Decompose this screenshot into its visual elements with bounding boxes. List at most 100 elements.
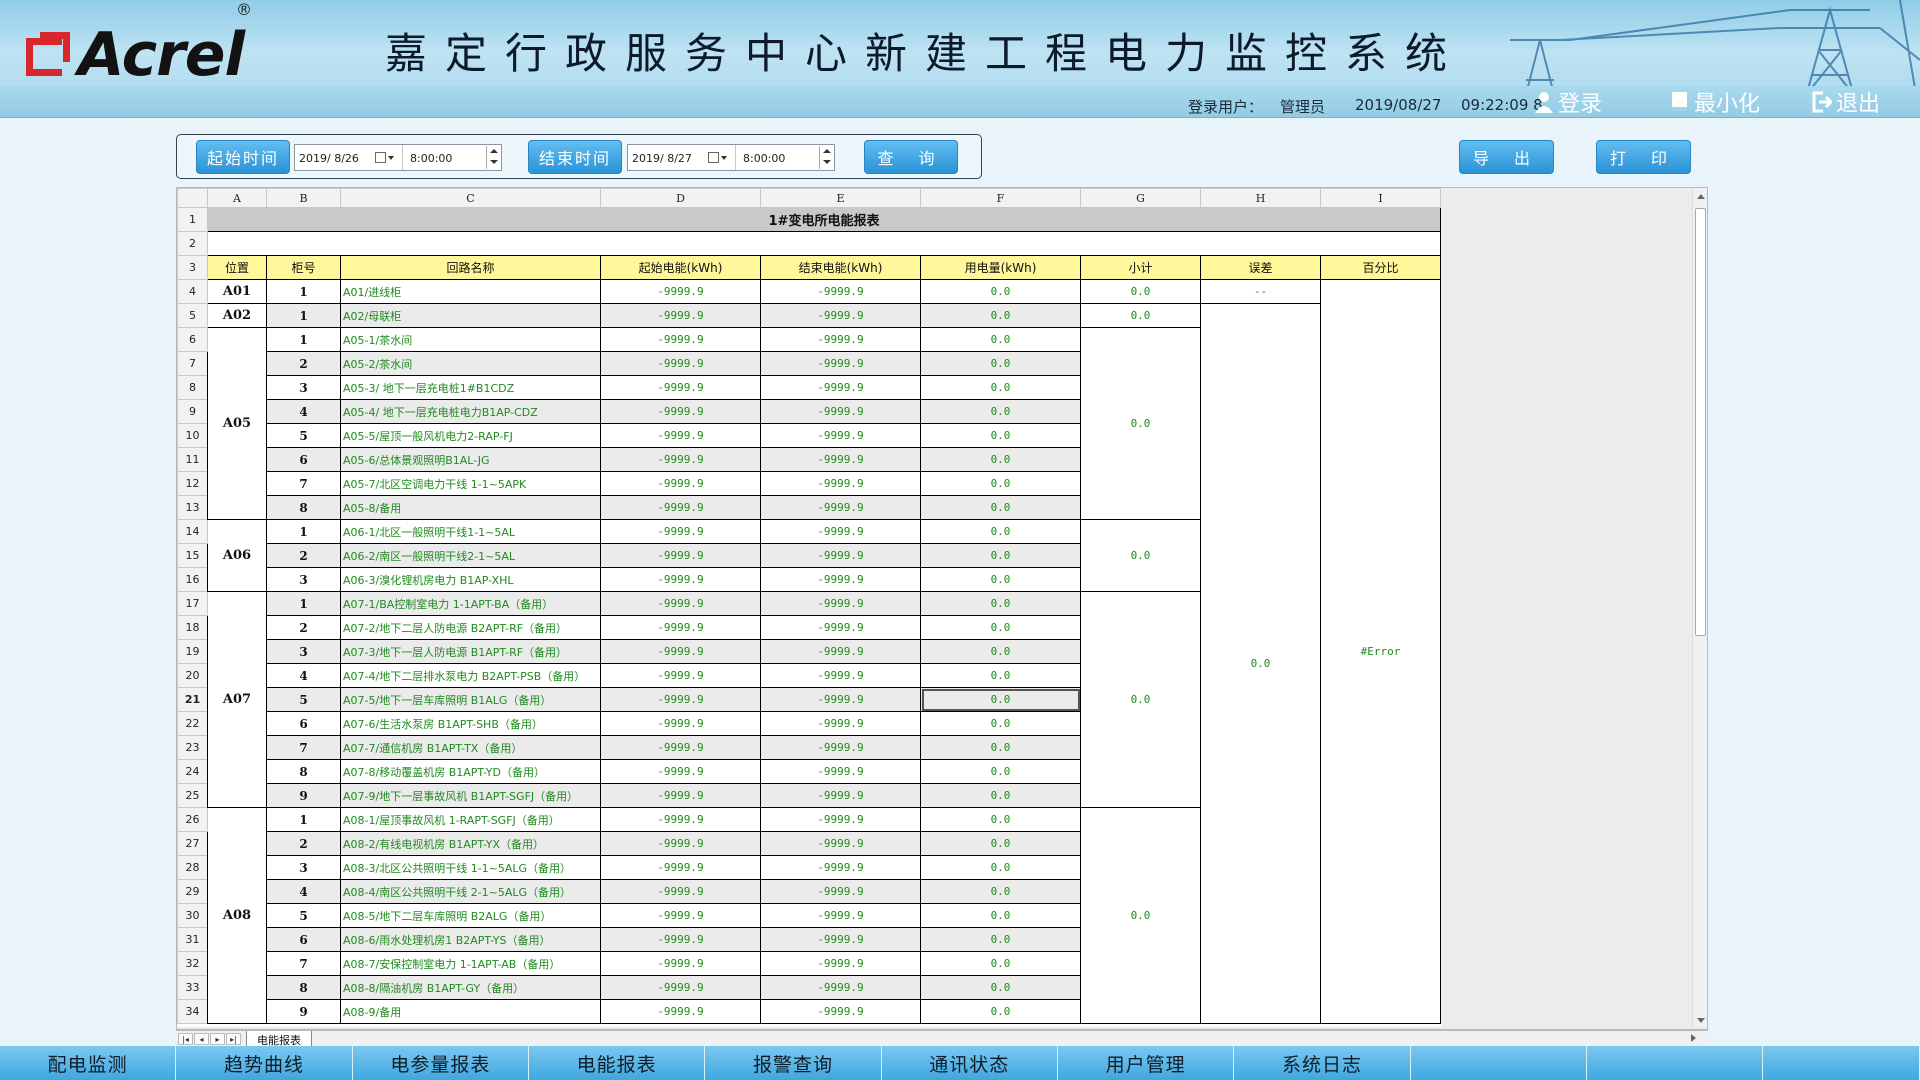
row-header[interactable]: 24 [177,759,208,784]
column-header-b[interactable]: B [266,188,341,208]
circuit-name-cell[interactable]: A05-1/茶水间 [340,327,601,352]
row-header[interactable]: 14 [177,519,208,544]
cabinet-no-cell[interactable]: 1 [266,327,341,352]
cabinet-no-cell[interactable]: 4 [266,663,341,688]
end-energy-cell[interactable]: -9999.9 [760,471,921,496]
position-cell[interactable]: A06 [207,519,267,592]
cabinet-no-cell[interactable]: 1 [266,591,341,616]
start-energy-cell[interactable]: -9999.9 [600,975,761,1000]
start-energy-cell[interactable]: -9999.9 [600,543,761,568]
cabinet-no-cell[interactable]: 2 [266,831,341,856]
start-energy-cell[interactable]: -9999.9 [600,687,761,712]
start-energy-cell[interactable]: -9999.9 [600,447,761,472]
usage-cell[interactable]: 0.0 [920,351,1081,376]
row-header[interactable]: 8 [177,375,208,400]
end-time-button[interactable]: 结束时间 [528,140,622,174]
circuit-name-cell[interactable]: A06-2/南区一般照明干线2-1~5AL [340,543,601,568]
row-header[interactable]: 22 [177,711,208,736]
first-sheet-icon[interactable]: |◂ [178,1033,193,1045]
cabinet-no-cell[interactable]: 3 [266,567,341,592]
cabinet-no-cell[interactable]: 9 [266,783,341,808]
usage-cell[interactable]: 0.0 [920,735,1081,760]
circuit-name-cell[interactable]: A02/母联柜 [340,303,601,328]
row-header[interactable]: 23 [177,735,208,760]
header-percent[interactable]: 百分比 [1320,255,1441,280]
end-energy-cell[interactable]: -9999.9 [760,279,921,304]
usage-cell[interactable]: 0.0 [920,543,1081,568]
position-cell[interactable]: A08 [207,807,267,1024]
circuit-name-cell[interactable]: A08-4/南区公共照明干线 2-1~5ALG（备用） [340,879,601,904]
end-datetime-picker[interactable]: 2019/ 8/27 8:00:00 [627,144,835,171]
prev-sheet-icon[interactable]: ◂ [194,1033,209,1045]
cabinet-no-cell[interactable]: 2 [266,351,341,376]
subtotal-cell[interactable]: 0.0 [1080,279,1201,304]
circuit-name-cell[interactable]: A05-7/北区空调电力干线 1-1~5APK [340,471,601,496]
cabinet-no-cell[interactable]: 9 [266,999,341,1024]
start-energy-cell[interactable]: -9999.9 [600,615,761,640]
usage-cell[interactable]: 0.0 [920,375,1081,400]
row-header[interactable]: 5 [177,303,208,328]
usage-cell[interactable]: 0.0 [920,927,1081,952]
end-energy-cell[interactable]: -9999.9 [760,615,921,640]
subtotal-cell[interactable]: 0.0 [1080,303,1201,328]
end-energy-cell[interactable]: -9999.9 [760,999,921,1024]
circuit-name-cell[interactable]: A05-2/茶水间 [340,351,601,376]
nav-tab-empty[interactable] [1763,1046,1920,1080]
cabinet-no-cell[interactable]: 6 [266,447,341,472]
end-energy-cell[interactable]: -9999.9 [760,663,921,688]
subtotal-cell[interactable]: 0.0 [1080,327,1201,520]
start-energy-cell[interactable]: -9999.9 [600,903,761,928]
row-header[interactable]: 10 [177,423,208,448]
cabinet-no-cell[interactable]: 8 [266,759,341,784]
end-energy-cell[interactable]: -9999.9 [760,975,921,1000]
column-header-e[interactable]: E [760,188,921,208]
exit-button[interactable]: 退出 [1812,88,1880,117]
circuit-name-cell[interactable]: A07-9/地下一层事故风机 B1APT-SGFJ（备用） [340,783,601,808]
usage-cell[interactable]: 0.0 [920,639,1081,664]
cabinet-no-cell[interactable]: 1 [266,519,341,544]
circuit-name-cell[interactable]: A08-2/有线电视机房 B1APT-YX（备用） [340,831,601,856]
usage-cell[interactable]: 0.0 [920,807,1081,832]
cabinet-no-cell[interactable]: 2 [266,615,341,640]
circuit-name-cell[interactable]: A01/进线柜 [340,279,601,304]
header-error[interactable]: 误差 [1200,255,1321,280]
row-header[interactable]: 17 [177,591,208,616]
usage-cell[interactable]: 0.0 [920,399,1081,424]
calendar-icon[interactable] [375,152,386,163]
row-header[interactable]: 21 [177,687,208,712]
row-header[interactable]: 16 [177,567,208,592]
start-energy-cell[interactable]: -9999.9 [600,999,761,1024]
row-header[interactable]: 11 [177,447,208,472]
circuit-name-cell[interactable]: A05-8/备用 [340,495,601,520]
end-energy-cell[interactable]: -9999.9 [760,783,921,808]
start-energy-cell[interactable]: -9999.9 [600,639,761,664]
end-energy-cell[interactable]: -9999.9 [760,831,921,856]
nav-tab-parameter-report[interactable]: 电参量报表 [353,1046,529,1080]
error-cell[interactable]: -- [1200,279,1321,304]
cabinet-no-cell[interactable]: 5 [266,687,341,712]
cabinet-no-cell[interactable]: 4 [266,879,341,904]
header-usage[interactable]: 用电量(kWh) [920,255,1081,280]
row-header[interactable]: 27 [177,831,208,856]
row-header[interactable]: 18 [177,615,208,640]
end-energy-cell[interactable]: -9999.9 [760,543,921,568]
cabinet-no-cell[interactable]: 6 [266,927,341,952]
circuit-name-cell[interactable]: A05-5/屋顶一般风机电力2-RAP-FJ [340,423,601,448]
end-energy-cell[interactable]: -9999.9 [760,711,921,736]
end-energy-cell[interactable]: -9999.9 [760,639,921,664]
row-header[interactable]: 30 [177,903,208,928]
scroll-thumb[interactable] [1695,208,1706,636]
column-header-c[interactable]: C [340,188,601,208]
end-energy-cell[interactable]: -9999.9 [760,759,921,784]
start-energy-cell[interactable]: -9999.9 [600,375,761,400]
chevron-down-icon[interactable] [721,156,727,160]
circuit-name-cell[interactable]: A05-3/ 地下一层充电桩1#B1CDZ [340,375,601,400]
end-energy-cell[interactable]: -9999.9 [760,351,921,376]
query-button[interactable]: 查 询 [864,140,958,174]
row-header[interactable]: 31 [177,927,208,952]
position-cell[interactable]: A02 [207,303,267,328]
row-header[interactable]: 29 [177,879,208,904]
circuit-name-cell[interactable]: A07-8/移动覆盖机房 B1APT-YD（备用） [340,759,601,784]
usage-cell[interactable]: 0.0 [920,591,1081,616]
usage-cell[interactable]: 0.0 [920,303,1081,328]
